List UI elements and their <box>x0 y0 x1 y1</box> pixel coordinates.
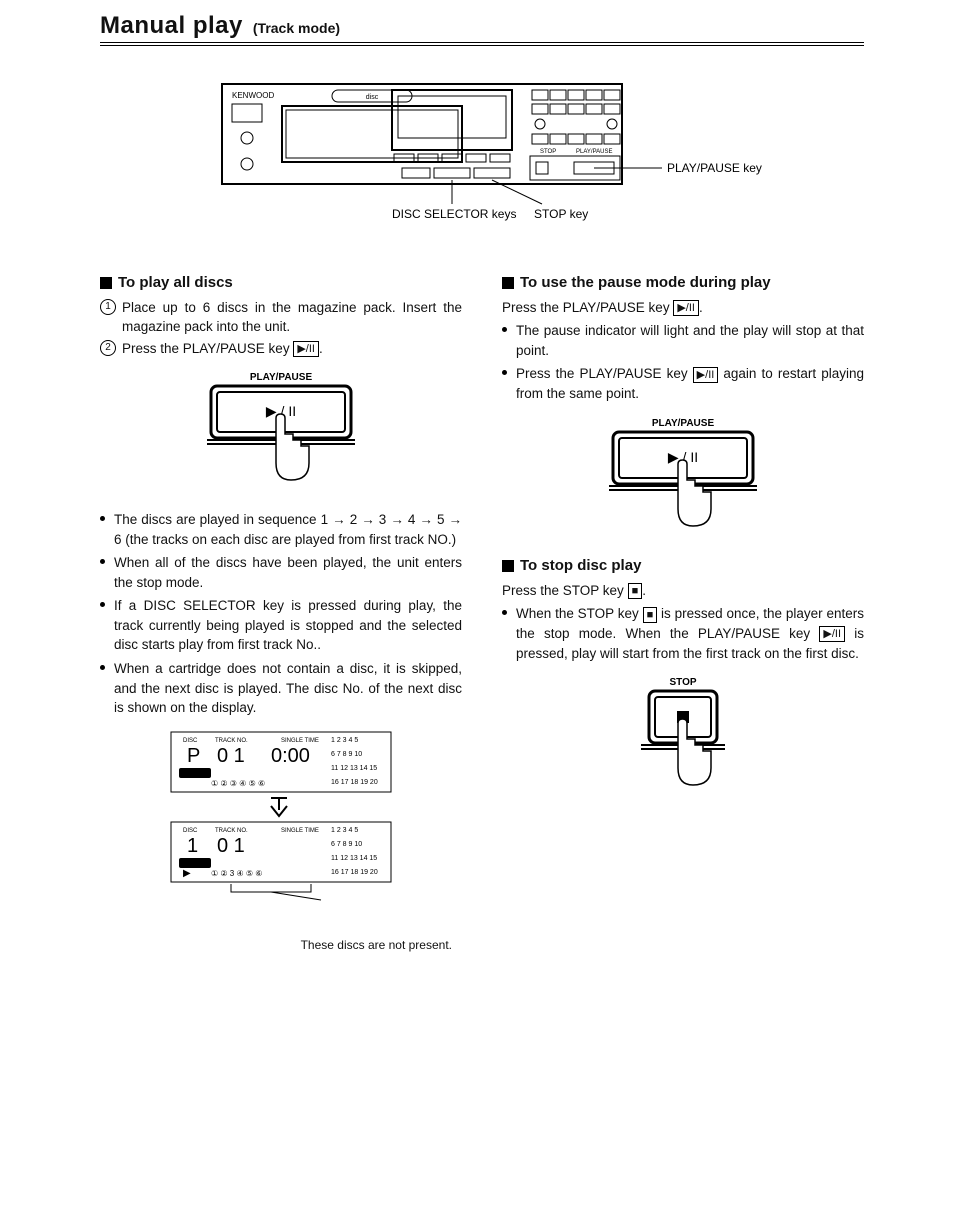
brand-text: KENWOOD <box>232 91 274 100</box>
step-2-text-a: Press the PLAY/PAUSE key <box>122 341 293 356</box>
svg-text:DISC: DISC <box>183 828 198 834</box>
play-pause-key-icon: ▶/II <box>819 626 845 642</box>
svg-text:disc: disc <box>366 94 379 101</box>
svg-text:PLAY/PAUSE: PLAY/PAUSE <box>652 418 715 429</box>
svg-text:DISC: DISC <box>183 738 198 744</box>
step-2-text-b: . <box>319 341 323 356</box>
press-playpause-line: Press the PLAY/PAUSE key ▶/II. <box>502 298 864 318</box>
svg-text:16 17 18 19 20: 16 17 18 19 20 <box>331 779 378 786</box>
bullet-stop-mode: When all of the discs have been played, … <box>100 553 462 592</box>
heading-text: To stop disc play <box>520 555 641 577</box>
svg-text:① ② 3 ④ ⑤ ⑥: ① ② 3 ④ ⑤ ⑥ <box>211 869 262 878</box>
heading-stop-play: To stop disc play <box>502 555 864 577</box>
page-subtitle: (Track mode) <box>253 20 340 36</box>
step-1: 1Place up to 6 discs in the magazine pac… <box>100 298 462 337</box>
svg-text:0:00: 0:00 <box>271 745 310 767</box>
stop-key-icon: ■ <box>643 607 658 623</box>
svg-text:PLAY/PAUSE: PLAY/PAUSE <box>576 149 612 155</box>
bullet-pause-indicator: The pause indicator will light and the p… <box>502 321 864 360</box>
svg-text:TRACK NO.: TRACK NO. <box>215 738 248 744</box>
svg-text:1 2 3 4 5: 1 2 3 4 5 <box>331 737 358 744</box>
bullet-skip-disc: When a cartridge does not contain a disc… <box>100 659 462 718</box>
svg-text:11 12 13 14 15: 11 12 13 14 15 <box>331 765 377 772</box>
svg-text:① ② ③ ④ ⑤ ⑥: ① ② ③ ④ ⑤ ⑥ <box>211 779 265 788</box>
label-playpause-key: PLAY/PAUSE key <box>667 161 762 175</box>
bullet-disc-selector: If a DISC SELECTOR key is pressed during… <box>100 596 462 655</box>
bullet-restart: Press the PLAY/PAUSE key ▶/II again to r… <box>502 364 864 403</box>
svg-text:SINGLE TIME: SINGLE TIME <box>281 828 319 834</box>
svg-text:STOP: STOP <box>540 149 556 155</box>
svg-text:1 2 3 4 5: 1 2 3 4 5 <box>331 827 358 834</box>
svg-text:P: P <box>187 745 200 767</box>
stop-key-icon: ■ <box>628 583 643 599</box>
svg-text:1: 1 <box>187 835 198 857</box>
heading-text: To use the pause mode during play <box>520 272 771 294</box>
svg-text:▶: ▶ <box>183 868 191 879</box>
play-pause-key-icon: ▶/II <box>673 300 699 316</box>
device-diagram: KENWOOD disc <box>100 76 864 236</box>
step-1-text: Place up to 6 discs in the magazine pack… <box>122 300 462 335</box>
playpause-illustration-left: PLAY/PAUSE ▶ / II <box>100 368 462 494</box>
svg-text:SINGLE TIME: SINGLE TIME <box>281 738 319 744</box>
press-stop-line: Press the STOP key ■. <box>502 581 864 601</box>
label-disc-selector-keys: DISC SELECTOR keys <box>392 207 516 221</box>
playpause-illustration-right: PLAY/PAUSE ▶ / II <box>502 414 864 540</box>
svg-text:0 1: 0 1 <box>217 745 245 767</box>
heading-pause-mode: To use the pause mode during play <box>502 272 864 294</box>
page-header: Manual play (Track mode) <box>100 12 864 46</box>
svg-text:TRACK NO.: TRACK NO. <box>215 828 248 834</box>
svg-text:6 7 8 9 10: 6 7 8 9 10 <box>331 751 362 758</box>
heading-text: To play all discs <box>118 272 233 294</box>
label-stop-key: STOP key <box>534 207 588 221</box>
svg-text:11 12 13 14 15: 11 12 13 14 15 <box>331 855 377 862</box>
display-caption: These discs are not present. <box>100 937 462 954</box>
play-pause-key-icon: ▶/II <box>693 367 719 383</box>
heading-play-all-discs: To play all discs <box>100 272 462 294</box>
play-pause-key-icon: ▶/II <box>293 341 319 357</box>
step-2: 2 Press the PLAY/PAUSE key ▶/II. <box>100 339 462 359</box>
svg-text:6 7 8 9 10: 6 7 8 9 10 <box>331 841 362 848</box>
device-svg: KENWOOD disc <box>162 76 802 236</box>
left-column: To play all discs 1Place up to 6 discs i… <box>100 266 462 971</box>
bullet-sequence: The discs are played in sequence 1 → 2 →… <box>100 510 462 549</box>
illus-label: PLAY/PAUSE <box>250 372 313 383</box>
right-column: To use the pause mode during play Press … <box>502 266 864 971</box>
page-title: Manual play <box>100 12 243 40</box>
svg-text:0 1: 0 1 <box>217 835 245 857</box>
stop-illustration: STOP <box>502 673 864 799</box>
bullet-stop-once: When the STOP key ■ is pressed once, the… <box>502 604 864 663</box>
display-illustration: DISC TRACK NO. SINGLE TIME P 0 1 0:00 1 … <box>100 728 462 955</box>
svg-text:STOP: STOP <box>669 677 696 688</box>
svg-text:16 17 18 19 20: 16 17 18 19 20 <box>331 869 378 876</box>
